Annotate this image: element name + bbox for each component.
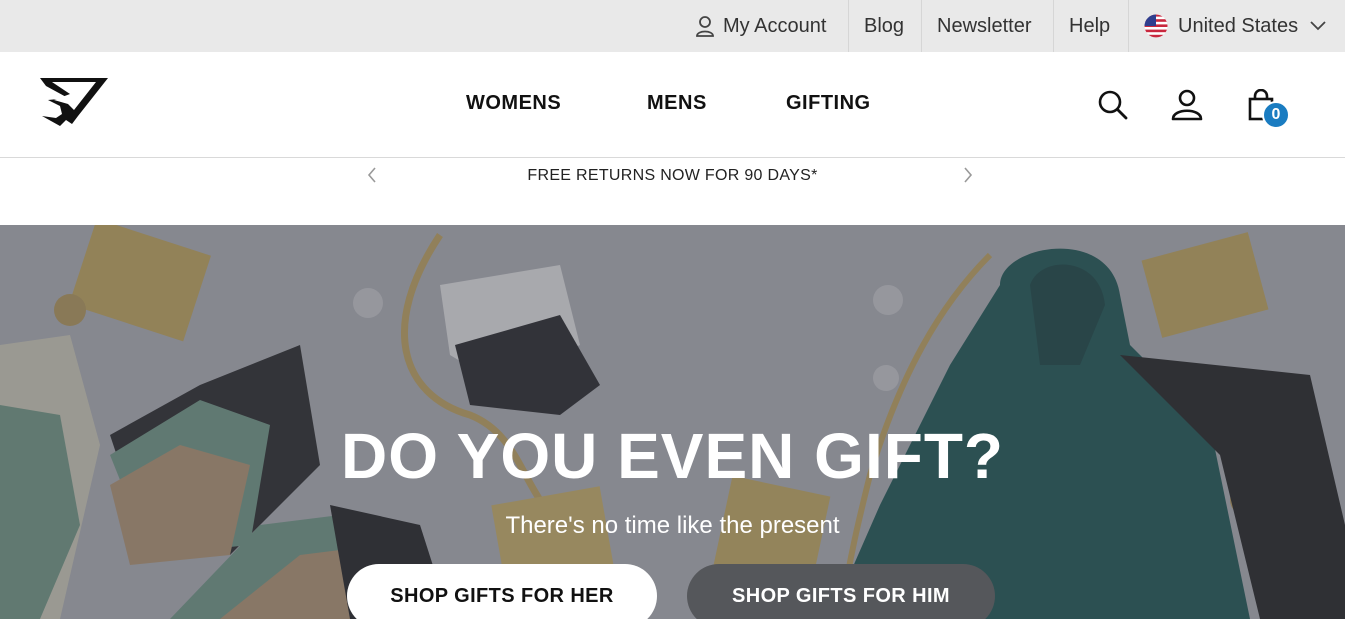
nav-mens[interactable]: MENS xyxy=(647,92,707,115)
cart-count-badge[interactable]: 0 xyxy=(1262,101,1290,129)
promo-text[interactable]: FREE RETURNS NOW FOR 90 DAYS* xyxy=(0,167,1345,185)
promo-carousel: FREE RETURNS NOW FOR 90 DAYS* xyxy=(0,158,1345,225)
hero-subtitle: There's no time like the present xyxy=(505,512,840,539)
us-flag-icon xyxy=(1144,14,1168,38)
blog-label: Blog xyxy=(864,14,905,37)
my-account-label: My Account xyxy=(723,14,827,37)
search-icon[interactable] xyxy=(1097,89,1129,126)
hero-banner: DO YOU EVEN GIFT? There's no time like t… xyxy=(0,225,1345,619)
newsletter-link[interactable]: Newsletter xyxy=(921,0,1046,52)
country-selector[interactable]: United States xyxy=(1128,0,1345,52)
shop-gifts-her-button[interactable]: SHOP GIFTS FOR HER xyxy=(347,564,657,619)
nav-gifting[interactable]: GIFTING xyxy=(786,92,871,115)
shop-gifts-him-button[interactable]: SHOP GIFTS FOR HIM xyxy=(687,564,995,619)
help-link[interactable]: Help xyxy=(1053,0,1125,52)
newsletter-label: Newsletter xyxy=(937,14,1032,37)
my-account-link[interactable]: My Account xyxy=(680,0,841,52)
chevron-down-icon xyxy=(1310,21,1326,31)
blog-link[interactable]: Blog xyxy=(848,0,919,52)
account-icon[interactable] xyxy=(1171,89,1203,126)
country-label: United States xyxy=(1178,14,1299,37)
logo-icon[interactable] xyxy=(38,76,110,135)
help-label: Help xyxy=(1069,14,1111,37)
hero-title: DO YOU EVEN GIFT? xyxy=(341,420,1004,492)
main-header: WOMENS MENS GIFTING xyxy=(0,52,1345,158)
utility-bar: My Account Blog Newsletter Help United S… xyxy=(0,0,1345,52)
user-icon xyxy=(695,15,715,37)
chevron-right-icon[interactable] xyxy=(963,167,973,188)
nav-womens[interactable]: WOMENS xyxy=(466,92,561,115)
